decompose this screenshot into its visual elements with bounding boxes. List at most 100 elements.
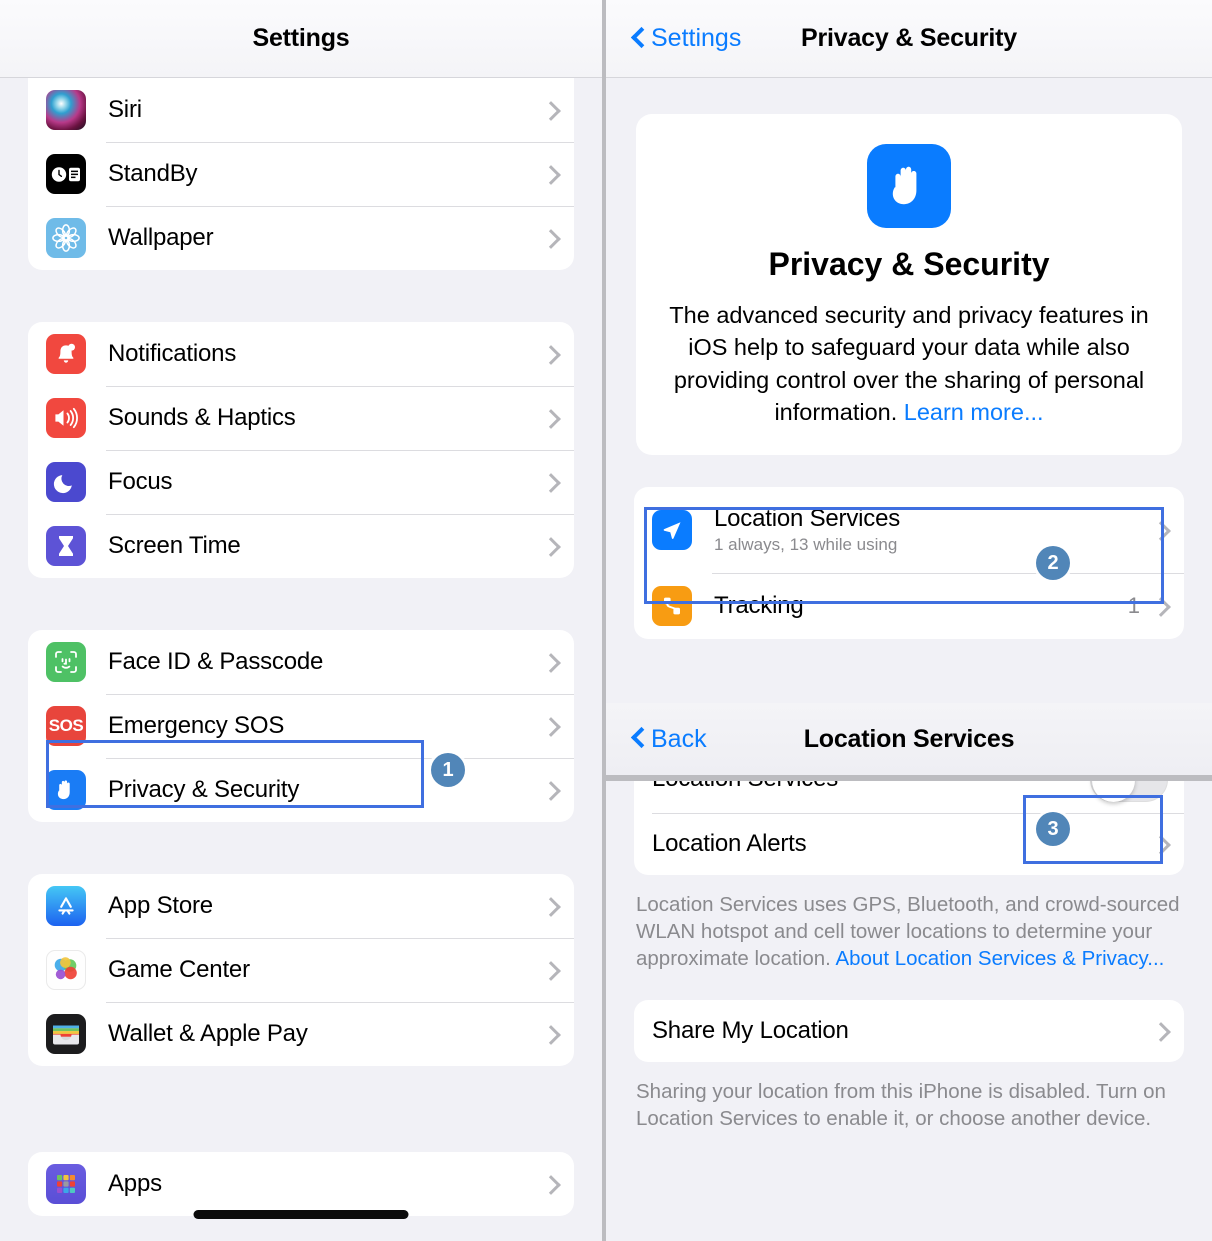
privacy-navbar: Settings Privacy & Security [606,0,1212,78]
sidebar-item-wallpaper[interactable]: Wallpaper [28,206,574,270]
row-label: Location Alerts [652,830,807,857]
chevron-left-icon [632,27,646,51]
learn-more-link[interactable]: Learn more... [904,399,1044,425]
chevron-right-icon [544,539,558,553]
settings-navbar: Settings [0,0,602,78]
row-text-block: Location Services 1 always, 13 while usi… [714,505,1076,555]
chevron-right-icon [544,1027,558,1041]
row-label: Wallet & Apple Pay [108,1020,308,1047]
annotation-badge-step-1: 1 [431,753,465,787]
chevron-right-icon [544,411,558,425]
back-button[interactable]: Back [632,725,707,754]
privacy-list-group: Location Services 1 always, 13 while usi… [634,486,1184,639]
sidebar-item-app-store[interactable]: App Store [28,874,574,938]
row-label: Game Center [108,956,250,983]
settings-group-notifications: Notifications Sounds & Haptics Focus Scr… [28,322,574,578]
page-title: Location Services [803,724,1015,753]
sidebar-item-focus[interactable]: Focus [28,450,574,514]
chevron-right-icon [544,475,558,489]
page-title: Settings [252,24,350,52]
chevron-left-icon [632,727,646,751]
settings-panel: Settings Siri StandBy Wallpaper Notifica… [0,0,606,1241]
page-title: Privacy & Security [801,24,1017,52]
siri-icon [46,90,86,130]
row-location-alerts[interactable]: Location Alerts [634,813,1184,875]
chevron-right-icon [544,899,558,913]
privacy-hand-icon [46,770,86,810]
sidebar-item-sounds-haptics[interactable]: Sounds & Haptics [28,386,574,450]
chevron-right-icon [1154,523,1168,537]
back-label: Back [651,724,707,753]
location-services-footer: Location Services uses GPS, Bluetooth, a… [636,891,1182,972]
row-label: Share My Location [652,1017,849,1045]
chevron-right-icon [544,347,558,361]
row-tracking[interactable]: Tracking 1 [634,572,1184,639]
row-label: App Store [108,892,213,919]
sounds-icon [46,398,86,438]
chevron-right-icon [544,231,558,245]
app-store-icon [46,886,86,926]
settings-group-store: App Store Game Center Wallet & Apple Pay [28,874,574,1066]
navbar-bottom-divider [606,775,1212,781]
settings-group-siri: Siri StandBy Wallpaper [28,78,574,270]
sidebar-item-standby[interactable]: StandBy [28,142,574,206]
chevron-right-icon [544,1177,558,1191]
chevron-right-icon [544,655,558,669]
privacy-security-screen: Settings Privacy & Security Privacy & Se… [606,0,1212,709]
sidebar-item-siri[interactable]: Siri [28,78,574,142]
annotation-badge-step-2: 2 [1036,546,1070,580]
sidebar-item-notifications[interactable]: Notifications [28,322,574,386]
sos-icon: SOS [46,706,86,746]
settings-group-security: Face ID & Passcode SOS Emergency SOS Pri… [28,630,574,822]
row-label: StandBy [108,160,198,187]
sidebar-item-game-center[interactable]: Game Center [28,938,574,1002]
row-label: Tracking [714,591,804,619]
share-location-group: Share My Location [634,1000,1184,1063]
annotation-badge-step-3: 3 [1036,812,1070,846]
chevron-right-icon [544,963,558,977]
sidebar-item-wallet-apple-pay[interactable]: Wallet & Apple Pay [28,1002,574,1066]
wallpaper-icon [46,218,86,258]
row-label: Privacy & Security [108,776,300,803]
row-label: Sounds & Haptics [108,404,296,431]
row-label: Screen Time [108,532,241,559]
sidebar-item-emergency-sos[interactable]: SOS Emergency SOS [28,694,574,758]
settings-scroll-area[interactable]: Siri StandBy Wallpaper Notifications Sou… [0,78,602,1216]
privacy-location-panel: Settings Privacy & Security Privacy & Se… [606,0,1212,1241]
chevron-right-icon [1154,599,1168,613]
wallet-icon [46,1014,86,1054]
sidebar-item-privacy-security[interactable]: Privacy & Security [28,758,574,822]
row-location-services[interactable]: Location Services 1 always, 13 while usi… [634,487,1184,573]
standby-icon [46,154,86,194]
tutorial-screenshot-composite: Settings Siri StandBy Wallpaper Notifica… [0,0,1212,1241]
back-label: Settings [651,24,742,52]
focus-moon-icon [46,462,86,502]
location-arrow-icon [652,509,692,550]
chevron-right-icon [1154,837,1168,851]
row-label: Face ID & Passcode [108,648,324,675]
face-id-icon [46,642,86,682]
sidebar-item-screen-time[interactable]: Screen Time [28,514,574,578]
row-subtitle: 1 always, 13 while using [714,534,898,554]
chevron-right-icon [544,783,558,797]
row-label: Emergency SOS [108,712,285,739]
chevron-right-icon [544,103,558,117]
location-services-screen: Location Services Location Alerts Locati… [606,715,1212,1241]
row-share-my-location[interactable]: Share My Location [634,1000,1184,1062]
hero-description: The advanced security and privacy featur… [662,299,1156,429]
chevron-right-icon [544,719,558,733]
apps-icon [46,1164,86,1204]
share-location-footer: Sharing your location from this iPhone i… [636,1080,1166,1131]
row-label: Siri [108,96,142,123]
privacy-hero-card: Privacy & Security The advanced security… [636,114,1182,455]
back-to-settings-button[interactable]: Settings [632,24,741,53]
home-indicator [193,1210,409,1219]
privacy-hand-icon [867,144,951,228]
about-location-privacy-link[interactable]: About Location Services & Privacy... [835,947,1164,970]
hero-title: Privacy & Security [768,246,1050,282]
sidebar-item-apps[interactable]: Apps [28,1152,574,1216]
sidebar-item-face-id-passcode[interactable]: Face ID & Passcode [28,630,574,694]
chevron-right-icon [544,167,558,181]
game-center-icon [46,950,86,990]
notifications-icon [46,334,86,374]
